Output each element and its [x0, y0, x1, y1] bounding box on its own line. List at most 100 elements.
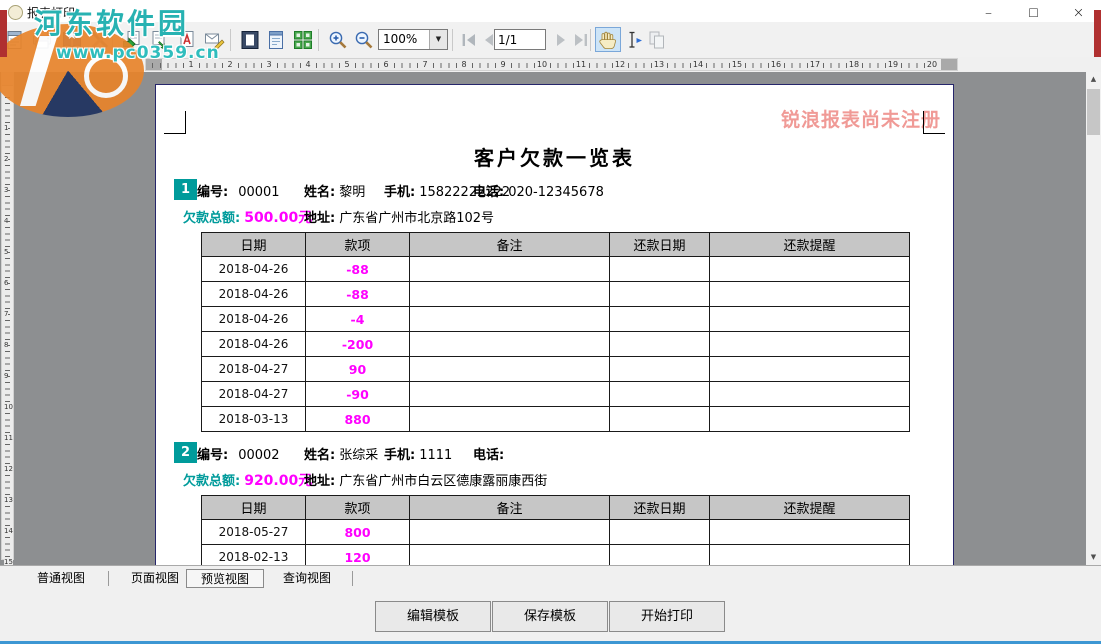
- ruler-number: 12: [4, 465, 13, 473]
- text-select-icon[interactable]: [622, 28, 646, 52]
- tab-divider: [108, 571, 109, 586]
- ruler-number: 5: [343, 60, 350, 70]
- ruler-number: 6: [4, 279, 8, 287]
- table-row: 2018-05-27800: [202, 520, 910, 545]
- ruler-number: 13: [653, 60, 665, 70]
- multi-page-icon[interactable]: [291, 28, 315, 52]
- field-name-label: 姓名:: [304, 448, 335, 463]
- page-width-icon[interactable]: [264, 28, 288, 52]
- combo-dropdown-icon[interactable]: ▼: [429, 30, 447, 49]
- table-row: 2018-04-26-88: [202, 257, 910, 282]
- start-print-button[interactable]: 开始打印: [609, 601, 725, 632]
- ruler-number: 8: [460, 60, 467, 70]
- ruler-number: 4: [4, 217, 8, 225]
- hand-tool-icon[interactable]: [595, 27, 621, 52]
- scroll-down-arrow[interactable]: ▼: [1086, 550, 1101, 565]
- save-template-button[interactable]: 保存模板: [492, 601, 608, 632]
- field-total: 欠款总额:500.00元: [183, 207, 312, 227]
- field-id: 编号:00001: [197, 181, 280, 200]
- watermark-site-name: 河东软件园: [34, 2, 189, 42]
- preview-area: 123456789101112131415 锐浪报表尚未注册 客户欠款一览表 1…: [0, 72, 1101, 565]
- table-header-row: 日期款项备注还款日期还款提醒: [202, 233, 910, 257]
- cell-amt: -88: [306, 257, 410, 282]
- ruler-margin-right: [941, 59, 957, 70]
- ruler-number: 20: [926, 60, 938, 70]
- view-tab-bar: 普通视图 页面视图 预览视图 查询视图: [0, 565, 1101, 590]
- table-header-cell: 日期: [202, 233, 306, 257]
- cell-date: 2018-04-26: [202, 307, 306, 332]
- tab-query-view[interactable]: 查询视图: [268, 569, 346, 588]
- field-address-value: 广东省广州市北京路102号: [339, 211, 494, 226]
- toolbar-separator: [318, 29, 319, 51]
- customer-record: 1编号:00001姓名:黎明手机:15822222222电话:020-12345…: [156, 178, 953, 432]
- record-header-line2: 欠款总额:920.00元地址:广东省广州市白云区德康露丽康西街: [156, 467, 953, 493]
- field-address: 地址:广东省广州市北京路102号: [304, 207, 494, 226]
- cell-note: [410, 332, 610, 357]
- cell-amt: -88: [306, 282, 410, 307]
- field-total: 欠款总额: 920.00元: [183, 470, 312, 490]
- vertical-scrollbar[interactable]: ▲ ▼: [1086, 72, 1101, 565]
- field-mobile: 手机:1111: [384, 444, 452, 463]
- copy-icon[interactable]: [645, 28, 669, 52]
- field-phone: 电话:020-12345678: [473, 181, 604, 200]
- table-header-cell: 还款日期: [610, 233, 710, 257]
- cell-date: 2018-04-26: [202, 332, 306, 357]
- report-page: 锐浪报表尚未注册 客户欠款一览表 1编号:00001姓名:黎明手机:158222…: [155, 84, 954, 565]
- tab-page-view[interactable]: 页面视图: [116, 569, 194, 588]
- field-phone: 电话:: [473, 444, 508, 463]
- cell-amt: 90: [306, 357, 410, 382]
- cell-repay: [610, 332, 710, 357]
- crop-mark-top-right: [923, 111, 945, 134]
- cell-repay: [610, 545, 710, 566]
- records-container: 1编号:00001姓名:黎明手机:15822222222电话:020-12345…: [156, 178, 953, 565]
- cell-note: [410, 307, 610, 332]
- cell-repay: [610, 282, 710, 307]
- cell-amt: -4: [306, 307, 410, 332]
- field-total-value: 920.00元: [244, 473, 312, 489]
- red-edge-artifact-left: [0, 10, 7, 57]
- cell-rem: [710, 257, 910, 282]
- unregistered-watermark: 锐浪报表尚未注册: [781, 105, 941, 132]
- field-id-value: 00002: [238, 448, 279, 463]
- field-mobile-label: 手机:: [384, 185, 415, 200]
- table-header-cell: 备注: [410, 233, 610, 257]
- cell-rem: [710, 407, 910, 432]
- zoom-combo[interactable]: 100%▼: [378, 29, 448, 50]
- field-name: 姓名:黎明: [304, 181, 365, 200]
- ruler-number: 2: [4, 155, 8, 163]
- ruler-number: 3: [265, 60, 272, 70]
- ruler-number: 15: [731, 60, 743, 70]
- table-header-row: 日期款项备注还款日期还款提醒: [202, 496, 910, 520]
- tab-preview-view[interactable]: 预览视图: [186, 569, 264, 588]
- zoom-in-icon[interactable]: [326, 28, 350, 52]
- ruler-number: 19: [887, 60, 899, 70]
- table-header-cell: 还款日期: [610, 496, 710, 520]
- ruler-number: 5: [4, 248, 8, 256]
- field-mobile-label: 手机:: [384, 448, 415, 463]
- cell-repay: [610, 382, 710, 407]
- zoom-out-icon[interactable]: [352, 28, 376, 52]
- ruler-number: 9: [4, 372, 8, 380]
- record-index-badge: 2: [174, 442, 197, 463]
- toolbar-separator: [452, 29, 453, 51]
- report-title: 客户欠款一览表: [156, 142, 953, 171]
- cell-note: [410, 257, 610, 282]
- app-icon: [8, 5, 23, 20]
- ruler-number: 3: [4, 186, 8, 194]
- tab-normal-view[interactable]: 普通视图: [22, 569, 100, 588]
- vertical-ruler: 123456789101112131415: [1, 72, 14, 560]
- cell-date: 2018-03-13: [202, 407, 306, 432]
- cell-repay: [610, 357, 710, 382]
- whole-page-icon[interactable]: [238, 28, 262, 52]
- edit-template-button[interactable]: 编辑模板: [375, 601, 491, 632]
- scrollbar-thumb[interactable]: [1087, 89, 1100, 135]
- scroll-up-arrow[interactable]: ▲: [1086, 72, 1101, 87]
- field-total-label: 欠款总额:: [183, 474, 240, 489]
- toolbar-separator: [590, 29, 591, 51]
- cell-repay: [610, 520, 710, 545]
- page-number-field[interactable]: [494, 29, 546, 50]
- customer-record: 2编号:00002姓名:张综采手机:1111电话:欠款总额:920.00元地址:…: [156, 441, 953, 565]
- ruler-number: 4: [304, 60, 311, 70]
- record-header-line1: 1编号:00001姓名:黎明手机:15822222222电话:020-12345…: [156, 178, 953, 204]
- table-row: 2018-02-13120: [202, 545, 910, 566]
